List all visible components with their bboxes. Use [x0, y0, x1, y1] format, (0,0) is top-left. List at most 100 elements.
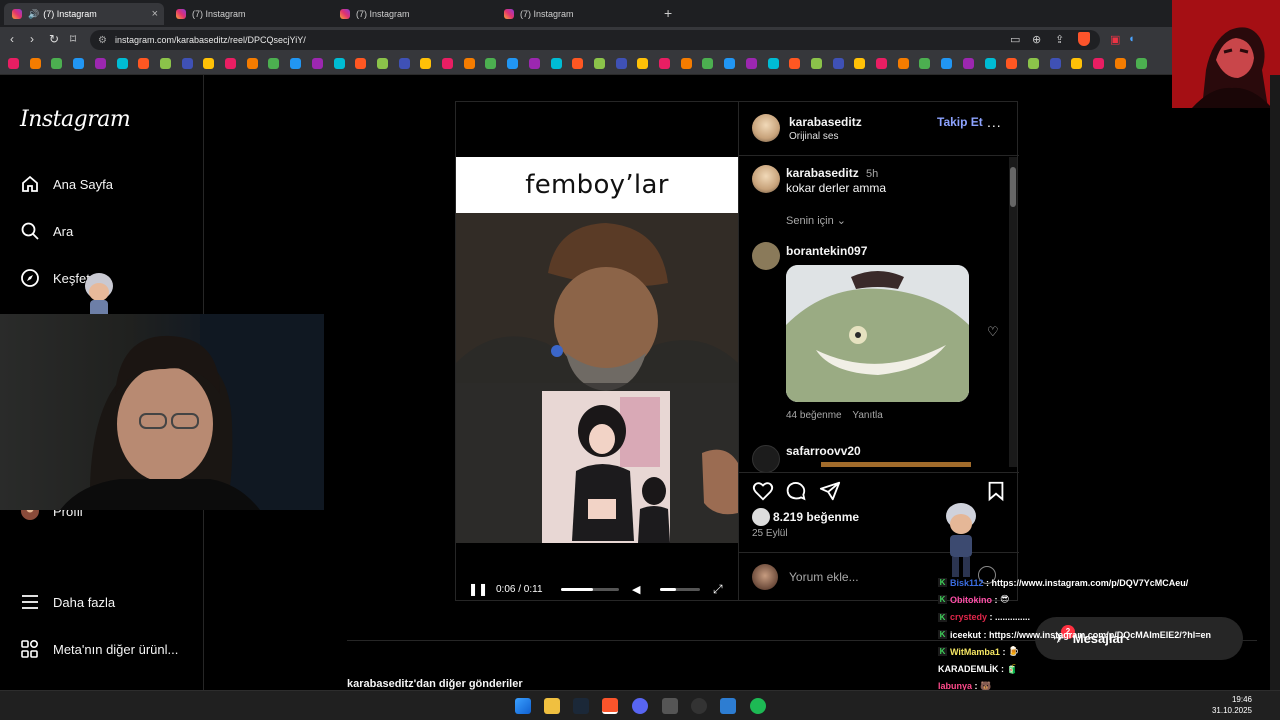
bookmark-favicon-icon[interactable] — [810, 58, 822, 69]
new-tab-button[interactable]: + — [664, 5, 672, 21]
bookmark-favicon-icon[interactable] — [94, 58, 106, 69]
cast-icon[interactable]: ▭ — [1010, 33, 1020, 46]
bookmark-favicon-icon[interactable] — [181, 58, 193, 69]
site-settings-icon[interactable]: ⚙ — [98, 35, 107, 46]
follow-button[interactable]: Takip Et — [937, 115, 983, 129]
reel-video[interactable]: femboy’lar ❚❚ 0:06 / 0:11 ◀ ⤢ — [456, 102, 738, 600]
bookmark-icon[interactable]: ⌑ — [70, 32, 76, 46]
bookmark-favicon-icon[interactable] — [876, 58, 887, 69]
bookmark-favicon-icon[interactable] — [463, 58, 475, 69]
file-explorer-icon[interactable] — [544, 698, 560, 714]
zoom-icon[interactable]: ⊕ — [1032, 33, 1041, 46]
comment-icon[interactable] — [785, 480, 809, 504]
save-icon[interactable] — [985, 480, 1009, 504]
bookmark-favicon-icon[interactable] — [745, 58, 757, 69]
bookmark-favicon-icon[interactable] — [420, 58, 432, 69]
bookmark-favicon-icon[interactable] — [355, 58, 367, 69]
bookmark-favicon-icon[interactable] — [1049, 58, 1061, 69]
bookmark-favicon-icon[interactable] — [724, 58, 736, 69]
pause-icon[interactable]: ❚❚ — [468, 582, 488, 596]
author-avatar[interactable] — [752, 114, 780, 142]
tab-instagram-4[interactable]: (7) Instagram — [496, 3, 656, 25]
bookmark-favicon-icon[interactable] — [246, 58, 258, 69]
bookmark-favicon-icon[interactable] — [1136, 58, 1148, 69]
network-app-icon[interactable] — [720, 698, 736, 714]
bookmark-favicon-icon[interactable] — [51, 58, 63, 69]
share-icon[interactable]: ⇪ — [1055, 33, 1064, 46]
caption-username[interactable]: karabaseditz — [786, 166, 859, 180]
bookmark-favicon-icon[interactable] — [550, 58, 562, 69]
bookmark-favicon-icon[interactable] — [203, 58, 215, 69]
close-tab-icon[interactable]: × — [152, 8, 158, 20]
spotify-icon[interactable] — [750, 698, 766, 714]
fullscreen-icon[interactable]: ⤢ — [713, 582, 723, 597]
system-clock[interactable]: 19:46 31.10.2025 — [1212, 694, 1252, 716]
bookmark-favicon-icon[interactable] — [854, 58, 866, 69]
brave-shield-icon[interactable] — [1078, 32, 1090, 46]
bookmark-favicon-icon[interactable] — [159, 58, 171, 69]
volume-slider[interactable] — [660, 588, 700, 591]
bookmark-favicon-icon[interactable] — [1006, 58, 1018, 69]
bookmark-favicon-icon[interactable] — [138, 58, 150, 69]
bookmark-favicon-icon[interactable] — [8, 58, 19, 69]
bookmark-favicon-icon[interactable] — [680, 58, 692, 69]
bookmark-favicon-icon[interactable] — [485, 58, 497, 69]
brave-browser-icon[interactable] — [602, 698, 618, 714]
comment-input[interactable]: Yorum ekle... — [789, 570, 859, 584]
nav-home[interactable]: Ana Sayfa — [20, 174, 113, 194]
comments-scrollbar[interactable] — [1009, 157, 1017, 467]
reply-button[interactable]: Yanıtla — [852, 410, 882, 421]
more-options-icon[interactable]: ... — [987, 114, 1002, 130]
obs-icon[interactable] — [691, 698, 707, 714]
author-username[interactable]: karabaseditz — [789, 115, 862, 129]
bookmark-favicon-icon[interactable] — [962, 58, 974, 69]
caption-avatar[interactable] — [752, 165, 780, 193]
bookmark-favicon-icon[interactable] — [637, 58, 649, 69]
tab-instagram-1[interactable]: 🔊 (7) Instagram × — [4, 3, 164, 25]
bookmark-favicon-icon[interactable] — [311, 58, 323, 69]
bookmark-favicon-icon[interactable] — [615, 58, 627, 69]
nav-explore[interactable]: Keşfet — [20, 268, 90, 288]
tab-instagram-2[interactable]: (7) Instagram — [168, 3, 328, 25]
speaker-icon[interactable]: 🔊 — [28, 9, 39, 20]
start-menu-icon[interactable] — [515, 698, 531, 714]
share-icon[interactable] — [819, 480, 843, 504]
bookmark-favicon-icon[interactable] — [398, 58, 410, 69]
bookmark-favicon-icon[interactable] — [225, 58, 236, 69]
nav-meta-products[interactable]: Meta'nın diğer ürünl... — [20, 639, 178, 659]
comment-sort-dropdown[interactable]: Senin için ⌄ — [786, 214, 846, 227]
bookmark-favicon-icon[interactable] — [572, 58, 584, 69]
bookmark-favicon-icon[interactable] — [767, 58, 779, 69]
comment-like-icon[interactable]: ♡ — [987, 324, 999, 340]
app-icon[interactable] — [662, 698, 678, 714]
bookmark-favicon-icon[interactable] — [376, 58, 388, 69]
bookmark-favicon-icon[interactable] — [1071, 58, 1083, 69]
nav-more[interactable]: Daha fazla — [20, 592, 115, 612]
bookmark-favicon-icon[interactable] — [832, 58, 844, 69]
reload-icon[interactable]: ↻ — [49, 32, 59, 46]
tab-instagram-3[interactable]: (7) Instagram — [332, 3, 492, 25]
bookmark-favicon-icon[interactable] — [290, 58, 302, 69]
bookmark-favicon-icon[interactable] — [919, 58, 931, 69]
audio-extension-icon[interactable]: ◖ — [1128, 33, 1135, 45]
bookmark-favicon-icon[interactable] — [29, 58, 41, 69]
steam-icon[interactable] — [573, 698, 589, 714]
bookmark-favicon-icon[interactable] — [659, 58, 670, 69]
commenter-avatar[interactable] — [752, 242, 780, 270]
discord-icon[interactable] — [632, 698, 648, 714]
volume-icon[interactable]: ◀ — [632, 583, 640, 596]
bookmark-favicon-icon[interactable] — [593, 58, 605, 69]
bookmark-favicon-icon[interactable] — [941, 58, 953, 69]
like-icon[interactable] — [752, 480, 776, 504]
extension-icon[interactable]: ▣ — [1110, 33, 1120, 46]
instagram-logo[interactable]: Instagram — [20, 107, 131, 132]
bookmark-favicon-icon[interactable] — [1093, 58, 1104, 69]
likes-count[interactable]: 8.219 beğenme — [773, 510, 859, 524]
bookmark-favicon-icon[interactable] — [442, 58, 453, 69]
bookmark-favicon-icon[interactable] — [528, 58, 540, 69]
forward-icon[interactable]: › — [30, 32, 34, 46]
bookmark-favicon-icon[interactable] — [507, 58, 519, 69]
commenter-avatar[interactable] — [752, 445, 780, 473]
url-field[interactable]: ⚙ instagram.com/karabaseditz/reel/DPCQse… — [90, 30, 1100, 50]
page-scrollbar[interactable] — [1270, 75, 1280, 690]
